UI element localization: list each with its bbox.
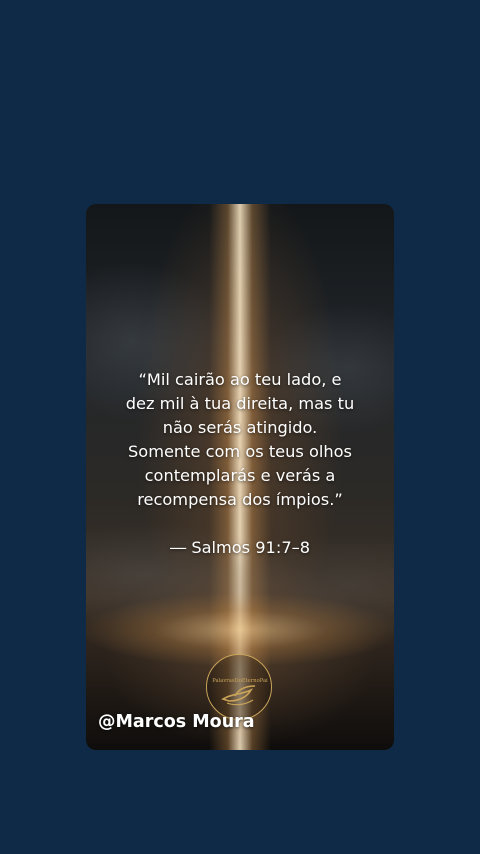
brand-logo: PalavrasDoEternoPai xyxy=(206,654,272,720)
verse-reference: ― Salmos 91:7–8 xyxy=(169,538,311,557)
author-handle: @Marcos Moura xyxy=(98,712,255,732)
page: “Mil cairão ao teu lado, e dez mil à tua… xyxy=(0,0,480,854)
bible-verse-text: “Mil cairão ao teu lado, e dez mil à tua… xyxy=(125,370,355,509)
logo-text: PalavrasDoEternoPai xyxy=(212,678,268,684)
quote-card-image: “Mil cairão ao teu lado, e dez mil à tua… xyxy=(86,204,394,750)
